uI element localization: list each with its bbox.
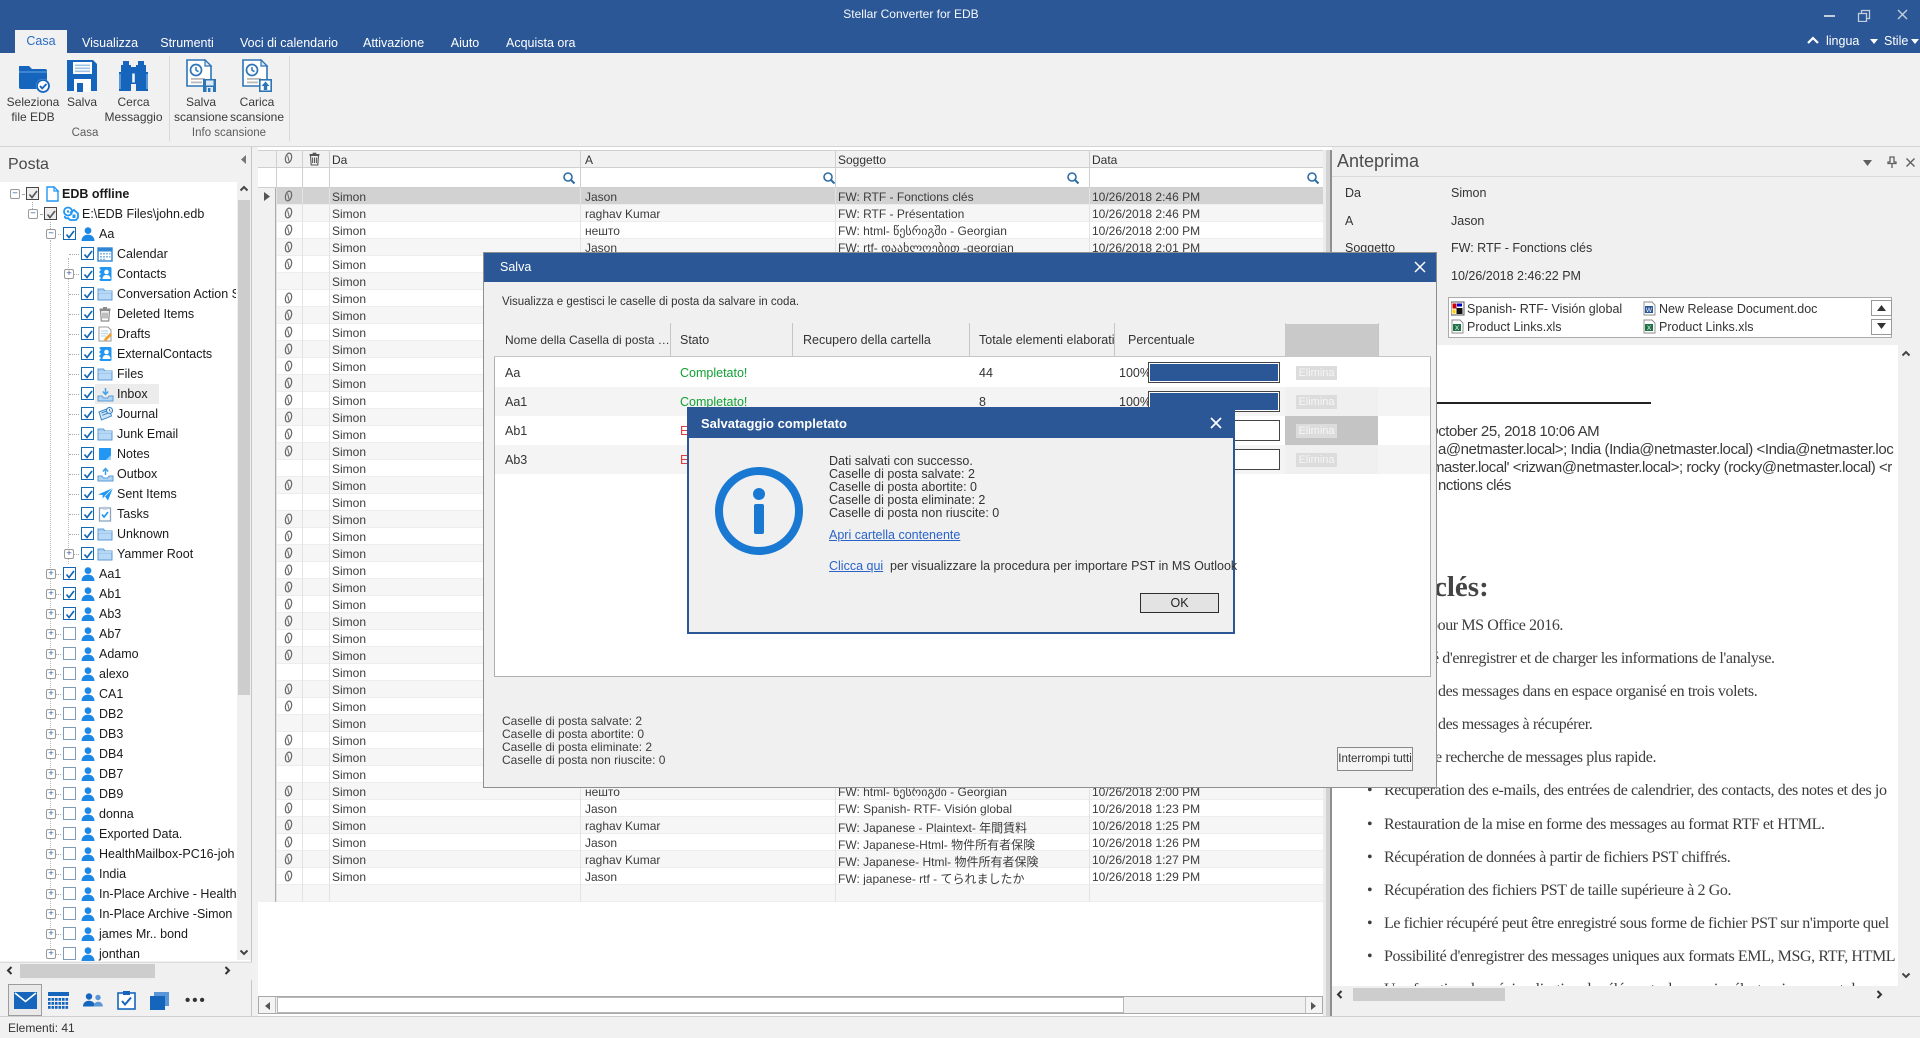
svg-text:W: W bbox=[1646, 307, 1653, 314]
svg-text:X: X bbox=[1647, 325, 1652, 332]
svg-text:X: X bbox=[1455, 325, 1460, 332]
